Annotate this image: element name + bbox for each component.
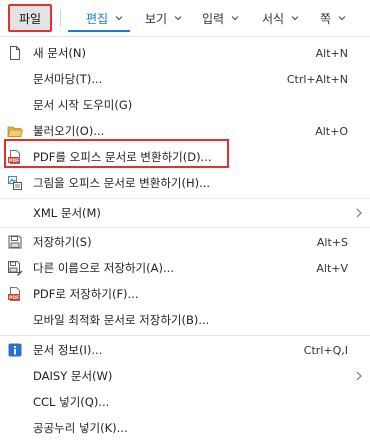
menu-item-shortcut: Alt+V — [316, 261, 348, 275]
tab-insert[interactable]: 입력 — [202, 7, 240, 29]
chevron-down-icon — [338, 16, 346, 21]
svg-text:PDF: PDF — [9, 158, 19, 164]
menu-item-label: 문서 시작 도우미(G) — [33, 98, 133, 112]
menu-item-new-document[interactable]: 새 문서(N) Alt+N — [0, 40, 370, 66]
menu-item-pdf-to-office[interactable]: PDF PDF를 오피스 문서로 변환하기(D)... — [0, 144, 370, 170]
svg-text:PDF: PDF — [9, 295, 19, 301]
submenu-arrow-icon — [356, 208, 362, 218]
menu-item-daisy-document[interactable]: DAISY 문서(W) — [0, 363, 370, 389]
menu-item-shortcut: Alt+O — [315, 124, 348, 138]
tab-page-label: 쪽 — [320, 11, 332, 26]
menu-item-label: XML 문서(M) — [33, 206, 101, 220]
tab-insert-label: 입력 — [202, 11, 225, 26]
chevron-down-icon — [231, 16, 239, 21]
menu-item-label: 문서마당(T)... — [33, 72, 103, 86]
menu-item-image-to-office[interactable]: 그림을 오피스 문서로 변환하기(H)... — [0, 170, 370, 196]
menu-item-label: 문서 정보(I)... — [33, 343, 103, 357]
new-document-icon — [10, 46, 20, 60]
menu-item-save-as[interactable]: 다른 이름으로 저장하기(A)... Alt+V — [0, 255, 370, 281]
file-menu-button[interactable]: 파일 — [8, 4, 52, 32]
save-as-icon — [8, 261, 23, 276]
menu-item-shortcut: Ctrl+Alt+N — [286, 72, 348, 86]
menu-item-label: 다른 이름으로 저장하기(A)... — [33, 261, 174, 275]
tab-view[interactable]: 보기 — [145, 7, 183, 29]
save-icon — [8, 235, 22, 249]
menu-item-save-as-pdf[interactable]: PDF PDF로 저장하기(F)... — [0, 281, 370, 307]
menu-item-save[interactable]: 저장하기(S) Alt+S — [0, 229, 370, 255]
menu-item-xml-document[interactable]: XML 문서(M) — [0, 200, 370, 226]
tab-view-label: 보기 — [145, 11, 168, 26]
menu-separator — [0, 227, 370, 228]
menu-item-label: 새 문서(N) — [33, 46, 86, 60]
menu-item-label: 공공누리 넣기(K)... — [33, 421, 128, 435]
menu-item-label: 저장하기(S) — [33, 235, 92, 249]
chevron-down-icon — [291, 16, 299, 21]
chevron-down-icon — [115, 16, 123, 21]
menu-item-insert-kogl[interactable]: 공공누리 넣기(K)... — [0, 415, 370, 441]
submenu-arrow-icon — [356, 371, 362, 381]
menu-item-start-wizard[interactable]: 문서 시작 도우미(G) — [0, 92, 370, 118]
menu-item-open[interactable]: 불러오기(O)... Alt+O — [0, 118, 370, 144]
menubar: 파일 편집 보기 입력 서식 쪽 — [0, 0, 370, 36]
menu-item-label: 모바일 최적화 문서로 저장하기(B)... — [33, 313, 210, 327]
menu-item-shortcut: Ctrl+Q,I — [303, 343, 348, 357]
menu-item-label: 불러오기(O)... — [33, 124, 105, 138]
menu-separator — [0, 198, 370, 199]
menu-item-document-info[interactable]: 문서 정보(I)... Ctrl+Q,I — [0, 337, 370, 363]
menu-item-shortcut: Alt+S — [316, 235, 348, 249]
tab-page[interactable]: 쪽 — [320, 7, 347, 29]
menu-item-document-gallery[interactable]: 문서마당(T)... Ctrl+Alt+N — [0, 66, 370, 92]
menu-item-label: PDF를 오피스 문서로 변환하기(D)... — [33, 150, 212, 164]
menu-item-save-mobile[interactable]: 모바일 최적화 문서로 저장하기(B)... — [0, 307, 370, 333]
tab-format[interactable]: 서식 — [262, 7, 300, 29]
pdf-save-icon: PDF — [8, 287, 20, 301]
file-dropdown-menu: 새 문서(N) Alt+N 문서마당(T)... Ctrl+Alt+N 문서 시… — [0, 36, 370, 443]
menu-item-label: CCL 넣기(Q)... — [33, 395, 110, 409]
menu-item-insert-ccl[interactable]: CCL 넣기(Q)... — [0, 389, 370, 415]
menu-item-shortcut: Alt+N — [315, 46, 348, 60]
pdf-icon: PDF — [8, 150, 20, 164]
tab-edit-label: 편집 — [86, 11, 109, 26]
menu-separator — [0, 335, 370, 336]
info-icon — [8, 343, 22, 357]
menu-item-label: PDF로 저장하기(F)... — [33, 287, 139, 301]
chevron-down-icon — [174, 16, 182, 21]
tab-edit[interactable]: 편집 — [86, 7, 124, 29]
tab-format-label: 서식 — [262, 11, 285, 26]
menubar-divider — [60, 10, 61, 26]
image-convert-icon — [8, 176, 22, 190]
menu-item-label: DAISY 문서(W) — [33, 369, 113, 383]
menu-item-label: 그림을 오피스 문서로 변환하기(H)... — [33, 176, 211, 190]
folder-open-icon — [7, 126, 23, 137]
active-tab-indicator — [68, 30, 130, 32]
